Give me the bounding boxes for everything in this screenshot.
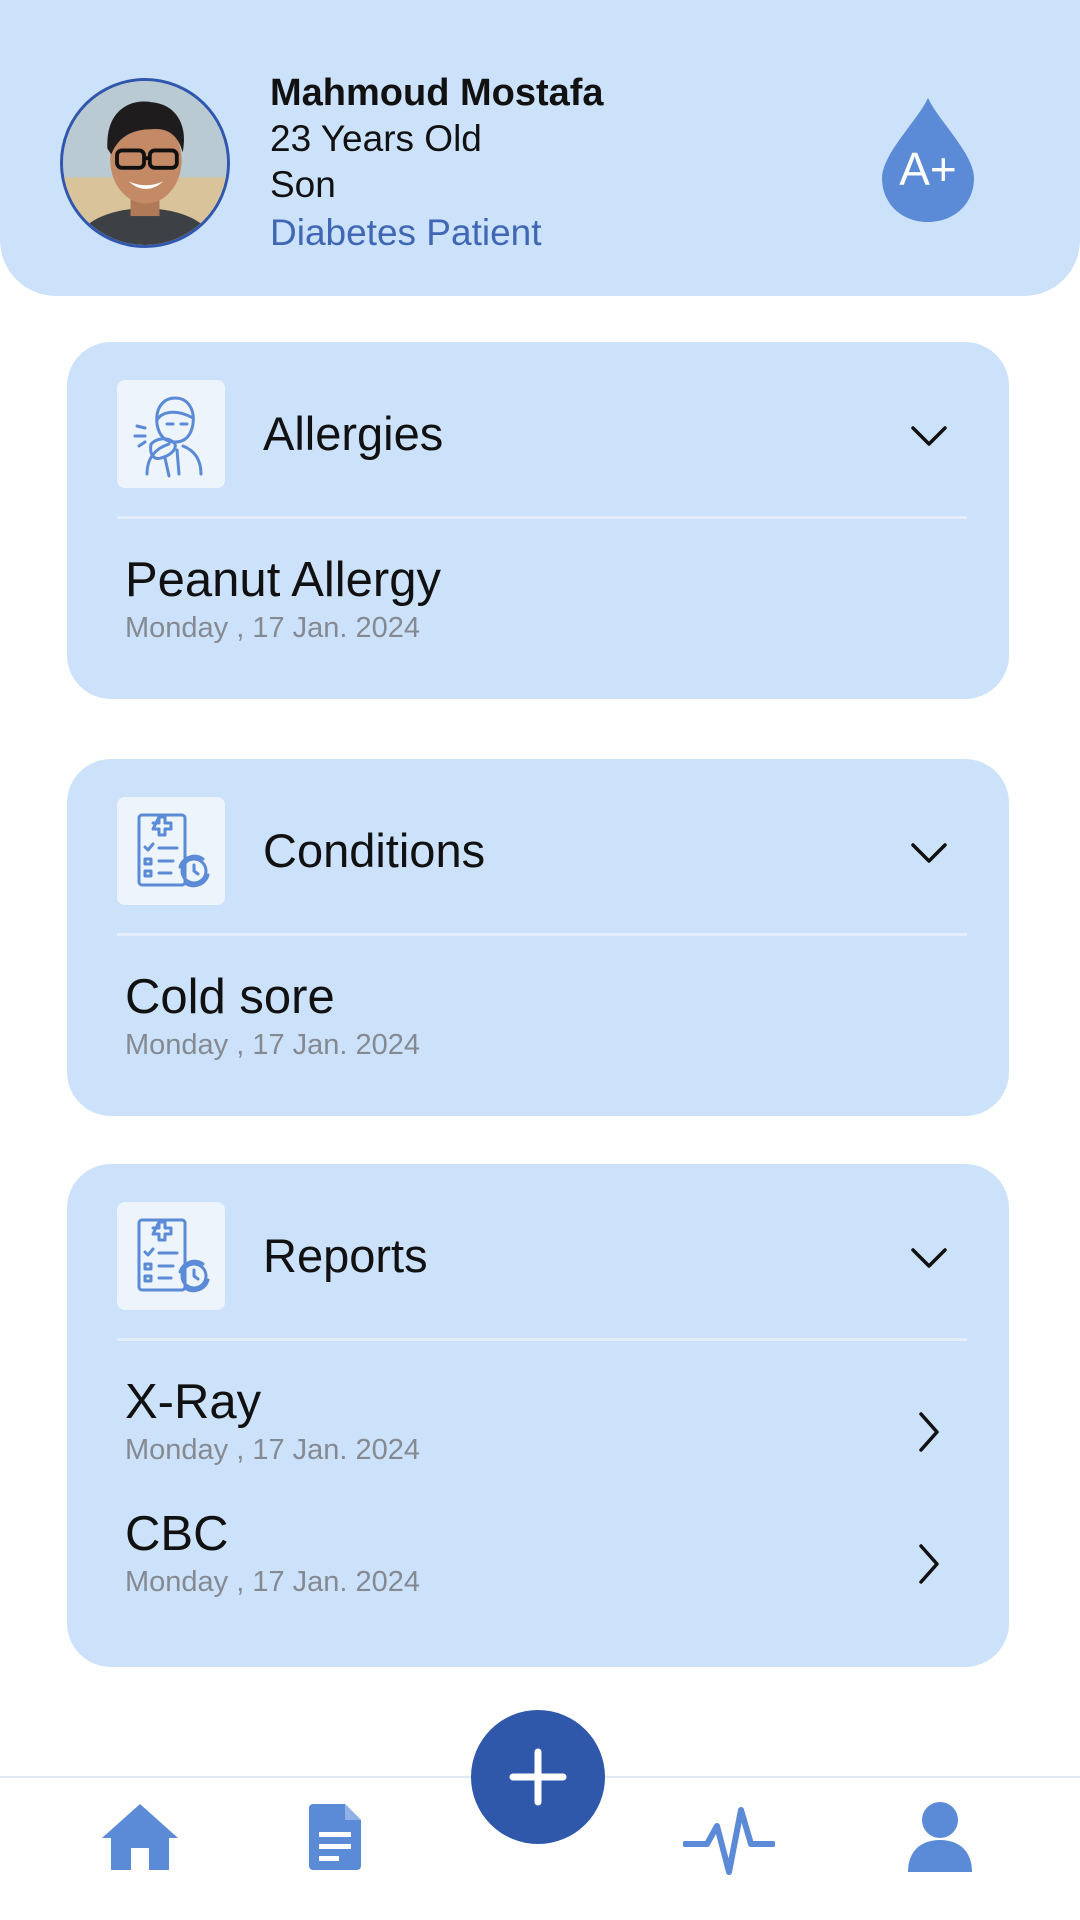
plus-icon — [509, 1748, 567, 1806]
allergies-card: Allergies Peanut Allergy Monday , 17 Jan… — [67, 342, 1009, 699]
sneezing-person-icon — [117, 380, 225, 488]
avatar[interactable] — [60, 78, 230, 248]
conditions-title: Conditions — [263, 824, 486, 877]
blood-type-value: A+ — [899, 143, 957, 195]
add-button[interactable] — [471, 1710, 605, 1844]
blood-type-badge: A+ — [880, 96, 976, 224]
reports-card: Reports X-Ray Monday , 17 Jan. 2024 CBC … — [67, 1164, 1009, 1667]
condition-entry-title[interactable]: Cold sore — [125, 967, 335, 1027]
report-entry-date: Monday , 17 Jan. 2024 — [125, 1434, 421, 1466]
report-entry-title[interactable]: CBC — [125, 1504, 228, 1564]
chevron-right-icon[interactable] — [909, 1540, 949, 1588]
profile-name: Mahmoud Mostafa — [270, 72, 604, 114]
avatar-photo — [63, 81, 227, 245]
medical-report-clock-icon — [117, 1202, 225, 1310]
profile-status: Diabetes Patient — [270, 212, 542, 253]
profile-info: Mahmoud Mostafa 23 Years Old Son Diabete… — [270, 70, 604, 258]
activity-pulse-icon[interactable] — [683, 1804, 775, 1878]
profile-header: Mahmoud Mostafa 23 Years Old Son Diabete… — [0, 0, 1080, 296]
allergies-title: Allergies — [263, 407, 444, 460]
allergy-entry-date: Monday , 17 Jan. 2024 — [125, 612, 421, 644]
chevron-right-icon[interactable] — [909, 1408, 949, 1456]
document-icon[interactable] — [307, 1802, 363, 1872]
home-icon[interactable] — [100, 1800, 180, 1872]
report-entry-title[interactable]: X-Ray — [125, 1372, 261, 1432]
chevron-down-icon[interactable] — [909, 1238, 949, 1278]
medical-report-clock-icon — [117, 797, 225, 905]
conditions-card: Conditions Cold sore Monday , 17 Jan. 20… — [67, 759, 1009, 1116]
card-divider — [117, 933, 967, 936]
profile-age: 23 Years Old — [270, 118, 482, 159]
condition-entry-date: Monday , 17 Jan. 2024 — [125, 1029, 421, 1061]
chevron-down-icon[interactable] — [909, 833, 949, 873]
profile-icon[interactable] — [906, 1800, 974, 1872]
profile-relation: Son — [270, 164, 336, 205]
card-divider — [117, 1338, 967, 1341]
chevron-down-icon[interactable] — [909, 416, 949, 456]
card-divider — [117, 516, 967, 519]
reports-title: Reports — [263, 1229, 428, 1282]
allergy-entry-title[interactable]: Peanut Allergy — [125, 550, 441, 610]
report-entry-date: Monday , 17 Jan. 2024 — [125, 1566, 421, 1598]
